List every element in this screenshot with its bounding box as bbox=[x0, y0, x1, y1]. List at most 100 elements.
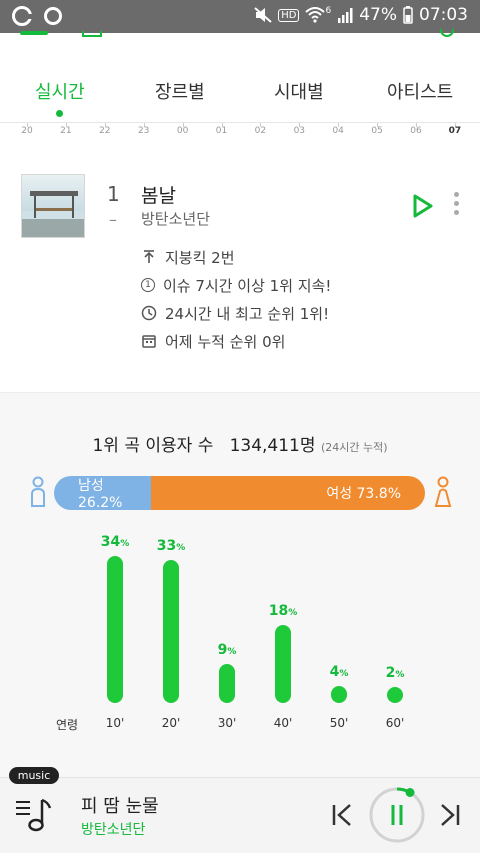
clock-time: 07:03 bbox=[419, 5, 468, 25]
age-bar bbox=[387, 687, 403, 703]
hour-label[interactable]: 23 bbox=[132, 126, 156, 136]
age-category-label: 20' bbox=[161, 716, 181, 730]
signal-icon bbox=[338, 8, 353, 23]
battery-icon bbox=[403, 6, 413, 24]
tab-era[interactable]: 시대별 bbox=[274, 78, 324, 104]
info-text: 24시간 내 최고 순위 1위! bbox=[165, 304, 330, 323]
users-label: 1위 곡 이용자 수 bbox=[92, 436, 214, 456]
age-percent-unit: % bbox=[227, 647, 237, 658]
age-bar bbox=[107, 556, 123, 703]
hour-label[interactable]: 02 bbox=[248, 126, 272, 136]
listener-stats: 1위 곡 이용자 수 134,411명 (24시간 누적) 남성 26.2% 여… bbox=[0, 392, 480, 777]
hour-label[interactable]: 05 bbox=[365, 126, 389, 136]
search-icon[interactable] bbox=[440, 29, 454, 37]
hour-label[interactable]: 03 bbox=[287, 126, 311, 136]
age-percent-unit: % bbox=[395, 670, 405, 680]
rise-icon bbox=[144, 250, 154, 263]
playlist-icon[interactable] bbox=[14, 796, 54, 834]
age-bar bbox=[331, 685, 347, 703]
mute-icon bbox=[254, 7, 272, 23]
age-percent-unit: % bbox=[176, 543, 186, 554]
info-text: 지붕킥 2번 bbox=[165, 248, 235, 267]
player-title[interactable]: 피 땀 눈물 bbox=[81, 792, 159, 818]
home-icon[interactable] bbox=[82, 31, 102, 37]
hour-label[interactable]: 21 bbox=[54, 126, 78, 136]
hour-label[interactable]: 00 bbox=[171, 126, 195, 136]
battery-percent: 47% bbox=[359, 5, 397, 25]
app-notification-icon bbox=[12, 6, 33, 26]
song-artist[interactable]: 방탄소년단 bbox=[141, 208, 210, 229]
streak-icon: 1 bbox=[141, 278, 155, 292]
age-percent-label: 18% bbox=[258, 603, 308, 619]
status-bar: HD 6 47% 07:03 bbox=[0, 0, 480, 33]
gender-ratio-bar: 남성 26.2% 여성 73.8% bbox=[54, 476, 425, 510]
users-summary: 1위 곡 이용자 수 134,411명 (24시간 누적) bbox=[0, 431, 480, 456]
male-icon bbox=[31, 476, 45, 507]
age-percent-value: 34 bbox=[100, 534, 121, 550]
age-percent-value: 18 bbox=[268, 603, 289, 620]
hd-icon: HD bbox=[278, 8, 300, 22]
age-percent-unit: % bbox=[120, 539, 130, 549]
song-title[interactable]: 봄날 bbox=[141, 181, 176, 208]
song-rank: 1 bbox=[107, 182, 120, 206]
age-category-label: 50' bbox=[329, 716, 349, 730]
age-bar bbox=[275, 625, 291, 703]
info-text: 이슈 7시간 이상 1위 지속! bbox=[163, 276, 332, 295]
hour-label[interactable]: 01 bbox=[210, 126, 234, 136]
age-percent-label: 2% bbox=[370, 665, 420, 681]
hour-label[interactable]: 20 bbox=[15, 126, 39, 136]
hour-label[interactable]: 04 bbox=[326, 126, 350, 136]
record-notification-icon bbox=[44, 7, 62, 25]
age-bar bbox=[163, 560, 179, 703]
age-category-label: 30' bbox=[217, 716, 237, 730]
chart-tabs: 실시간 장르별 시대별 아티스트 bbox=[0, 66, 480, 116]
pause-button[interactable] bbox=[369, 787, 425, 843]
header-bar bbox=[0, 29, 480, 41]
next-icon[interactable] bbox=[438, 802, 462, 828]
app-root: HD 6 47% 07:03 실시간 장르별 시대별 아티스트 20 21 22 23… bbox=[0, 0, 480, 853]
x-axis-label: 연령 bbox=[56, 718, 79, 732]
age-bar-chart: 연령 34% 10' 33% 20' 9% 30' 18% 40' 4% 50' 2% 60' bbox=[0, 528, 480, 738]
music-badge: music bbox=[9, 767, 59, 784]
hour-ruler[interactable]: 20 21 22 23 00 01 02 03 04 05 06 07 bbox=[0, 122, 480, 142]
age-percent-label: 4% bbox=[314, 664, 364, 680]
age-category-label: 60' bbox=[385, 716, 405, 730]
play-icon[interactable] bbox=[408, 192, 436, 220]
hour-label[interactable]: 22 bbox=[93, 126, 117, 136]
info-yesterday: 어제 누적 순위 0위 bbox=[141, 329, 285, 353]
clock-icon bbox=[141, 305, 157, 321]
info-rise: 지붕킥 2번 bbox=[141, 245, 235, 269]
age-percent-label: 33% bbox=[146, 538, 196, 554]
album-cover[interactable] bbox=[21, 174, 85, 238]
previous-icon[interactable] bbox=[330, 802, 354, 828]
network-type: 6 bbox=[325, 6, 332, 16]
calendar-icon bbox=[142, 335, 156, 348]
song-item[interactable]: 1 – 봄날 방탄소년단 지붕킥 2번 1 이슈 7시간 이상 1위 지속! 2… bbox=[0, 162, 480, 392]
hour-label[interactable]: 07 bbox=[443, 126, 467, 136]
hour-label[interactable]: 06 bbox=[404, 126, 428, 136]
age-percent-unit: % bbox=[339, 668, 349, 679]
age-percent-label: 9% bbox=[202, 642, 252, 658]
age-bar bbox=[219, 664, 235, 703]
menu-icon[interactable] bbox=[20, 31, 48, 35]
info-streak: 1 이슈 7시간 이상 1위 지속! bbox=[141, 273, 331, 297]
age-percent-value: 33 bbox=[156, 538, 177, 555]
tab-realtime[interactable]: 실시간 bbox=[35, 78, 85, 104]
player-artist[interactable]: 방탄소년단 bbox=[81, 819, 145, 839]
info-best-rank: 24시간 내 최고 순위 1위! bbox=[141, 301, 329, 325]
tab-artist[interactable]: 아티스트 bbox=[387, 78, 453, 104]
age-percent-value: 2 bbox=[385, 665, 396, 681]
male-segment: 남성 26.2% bbox=[54, 476, 152, 510]
rank-change: – bbox=[109, 210, 117, 229]
age-category-label: 40' bbox=[273, 716, 293, 730]
info-text: 어제 누적 순위 0위 bbox=[165, 332, 286, 351]
active-tab-indicator bbox=[56, 110, 63, 117]
age-percent-value: 4 bbox=[329, 663, 340, 680]
age-percent-value: 9 bbox=[217, 642, 228, 659]
female-segment: 여성 73.8% bbox=[151, 476, 425, 510]
more-options-icon[interactable] bbox=[446, 192, 466, 220]
female-icon bbox=[434, 476, 452, 507]
users-count: 134,411명 bbox=[229, 436, 316, 456]
users-note: (24시간 누적) bbox=[320, 441, 388, 454]
tab-genre[interactable]: 장르별 bbox=[155, 78, 205, 104]
